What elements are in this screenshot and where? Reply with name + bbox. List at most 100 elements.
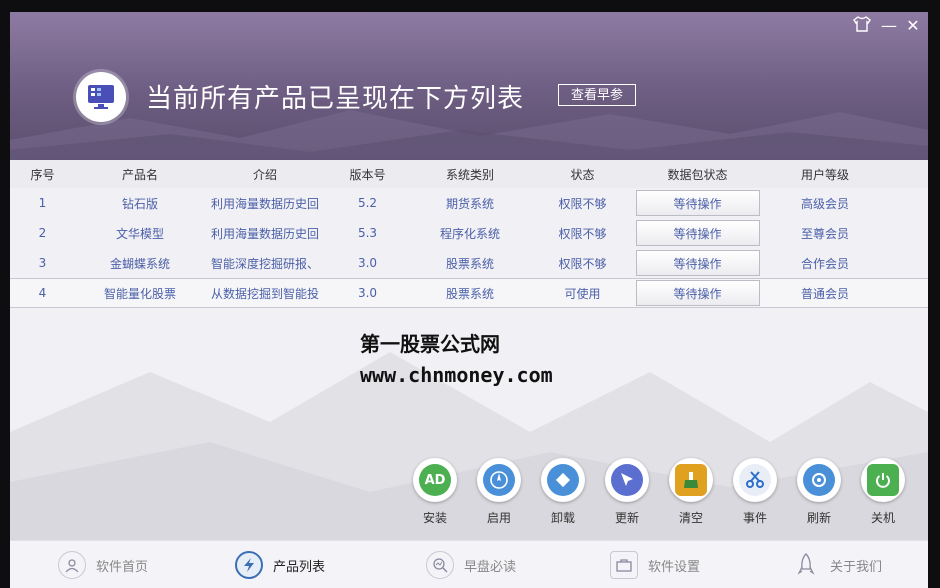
shutdown-button[interactable]: 关机 [855,458,911,526]
nav-label: 关于我们 [830,559,883,575]
row-no: 2 [38,226,47,240]
row-version: 3.0 [357,256,378,270]
shutdown-label: 关机 [870,511,895,525]
row-intro: 从数据挖掘到智能投 [210,286,319,301]
close-button[interactable]: ✕ [903,16,923,36]
header-banner: — ✕ 当前所有产品已呈现在下方列表 查看早参 [10,12,928,160]
shirt-icon[interactable] [852,16,872,36]
uninstall-button[interactable]: 卸载 [535,458,591,526]
refresh-label: 刷新 [806,511,831,525]
nav-item-morning-read[interactable]: 早盘必读 [426,541,516,588]
power-icon [867,464,899,496]
install-label: 安装 [422,511,447,525]
row-intro: 智能深度挖掘研报、 [210,256,319,271]
clear-button[interactable]: 清空 [663,458,719,526]
bottom-nav: 软件首页 产品列表 早盘必读 软件设置 关于我们 [10,540,928,588]
row-version: 5.3 [357,226,378,240]
ad-install-icon: AD [419,464,451,496]
col-header-level: 用户等级 [800,167,849,182]
col-header-intro: 介绍 [252,167,277,182]
row-intro: 利用海量数据历史回 [210,226,319,241]
table-row[interactable]: 2 文华模型 利用海量数据历史回 5.3 程序化系统 权限不够 等待操作 至尊会… [10,218,928,248]
update-label: 更新 [614,511,639,525]
uninstall-label: 卸载 [550,511,575,525]
row-no: 4 [38,286,47,300]
row-status: 权限不够 [558,256,607,271]
app-window: — ✕ 当前所有产品已呈现在下方列表 查看早参 序号 产品名 介绍 版本号 系统… [10,12,928,588]
refresh-button[interactable]: 刷新 [791,458,847,526]
row-pkg-cell: 等待操作 [635,248,760,278]
row-category: 股票系统 [445,286,494,301]
row-category: 股票系统 [445,256,494,271]
rocket-icon [792,551,820,579]
pkg-status-button[interactable]: 等待操作 [635,220,760,246]
update-button[interactable]: 更新 [599,458,655,526]
col-header-name: 产品名 [121,167,158,182]
row-level: 合作会员 [800,256,849,271]
row-pkg-cell: 等待操作 [635,218,760,248]
pkg-status-button[interactable]: 等待操作 [635,190,760,216]
nav-item-products[interactable]: 产品列表 [235,541,325,588]
search-chart-icon [426,551,454,579]
eraser-icon [547,464,579,496]
row-name: 智能量化股票 [103,286,176,301]
compass-icon [483,464,515,496]
scissors-icon [739,464,771,496]
watermark-title: 第一股票公式网 [360,332,500,356]
lightning-icon [235,551,263,579]
row-category: 期货系统 [445,196,494,211]
nav-item-about[interactable]: 关于我们 [792,541,882,588]
row-category: 程序化系统 [439,226,500,241]
clear-label: 清空 [678,511,703,525]
row-name: 钻石版 [121,196,158,211]
row-status: 权限不够 [558,196,607,211]
row-version: 3.0 [357,286,378,300]
nav-label: 早盘必读 [464,559,517,575]
row-level: 普通会员 [800,286,849,301]
table-row[interactable]: 1 钻石版 利用海量数据历史回 5.2 期货系统 权限不够 等待操作 高级会员 [10,188,928,218]
page-title: 当前所有产品已呈现在下方列表 [146,84,525,114]
row-name: 金蝴蝶系统 [109,256,170,271]
product-table: 序号 产品名 介绍 版本号 系统类别 状态 数据包状态 用户等级 1 钻石版 利… [10,160,928,308]
pkg-status-button[interactable]: 等待操作 [635,250,760,276]
event-button[interactable]: 事件 [727,458,783,526]
monitor-icon [88,85,114,109]
col-header-version: 版本号 [349,167,386,182]
table-row[interactable]: 3 金蝴蝶系统 智能深度挖掘研报、 3.0 股票系统 权限不够 等待操作 合作会… [10,248,928,278]
logo [76,72,126,122]
broom-icon [675,464,707,496]
table-row-selected[interactable]: 4 智能量化股票 从数据挖掘到智能投 3.0 股票系统 可使用 等待操作 普通会… [10,278,928,308]
toolbox-icon [610,551,638,579]
table-header-row: 序号 产品名 介绍 版本号 系统类别 状态 数据包状态 用户等级 [10,160,928,188]
refresh-icon [803,464,835,496]
row-status: 可使用 [564,286,601,301]
col-header-no: 序号 [30,167,55,182]
row-pkg-cell: 等待操作 [635,188,760,218]
row-level: 至尊会员 [800,226,849,241]
install-button[interactable]: AD 安装 [407,458,463,526]
enable-button[interactable]: 启用 [471,458,527,526]
nav-label: 软件首页 [96,559,149,575]
view-morning-report-button[interactable]: 查看早参 [558,84,636,106]
row-no: 1 [38,196,47,210]
watermark-url: www.chnmoney.com [360,363,553,387]
row-name: 文华模型 [115,226,164,241]
row-level: 高级会员 [800,196,849,211]
nav-item-settings[interactable]: 软件设置 [610,541,700,588]
pkg-status-button[interactable]: 等待操作 [635,280,760,306]
nav-label: 产品列表 [273,559,326,575]
row-version: 5.2 [357,196,378,210]
nav-item-home[interactable]: 软件首页 [58,541,148,588]
cursor-icon [611,464,643,496]
col-header-status: 状态 [570,167,595,182]
event-label: 事件 [742,511,767,525]
minimize-button[interactable]: — [879,16,899,36]
enable-label: 启用 [486,511,511,525]
col-header-pkg: 数据包状态 [667,167,728,182]
row-pkg-cell: 等待操作 [635,279,760,307]
row-intro: 利用海量数据历史回 [210,196,319,211]
col-header-category: 系统类别 [445,167,494,182]
user-icon [58,551,86,579]
row-no: 3 [38,256,47,270]
nav-label: 软件设置 [648,559,701,575]
